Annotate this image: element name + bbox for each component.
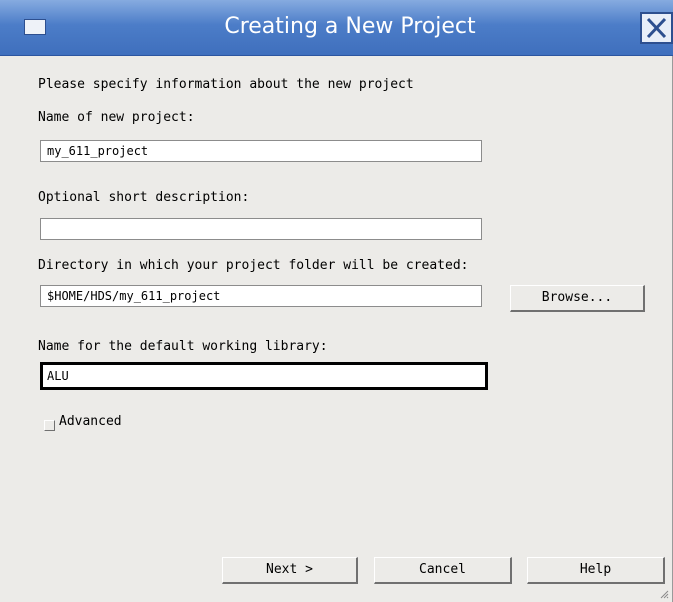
library-label: Name for the default working library: (38, 339, 328, 354)
advanced-label-clip: Advanced (59, 414, 122, 430)
project-name-label: Name of new project: (38, 110, 195, 125)
close-icon[interactable] (640, 12, 673, 44)
intro-text: Please specify information about the new… (38, 77, 414, 92)
description-label: Optional short description: (38, 190, 250, 205)
advanced-checkbox[interactable] (44, 420, 55, 431)
library-input[interactable] (40, 362, 488, 390)
title-bar[interactable]: Creating a New Project (0, 0, 673, 56)
directory-label: Directory in which your project folder w… (38, 258, 469, 273)
advanced-label[interactable]: Advanced (59, 414, 122, 430)
project-name-input[interactable] (40, 140, 482, 162)
help-button[interactable]: Help (527, 557, 665, 584)
new-project-dialog: Creating a New Project Please specify in… (0, 0, 673, 602)
browse-button[interactable]: Browse... (510, 285, 645, 312)
resize-grip-icon[interactable] (659, 589, 669, 599)
description-input[interactable] (40, 218, 482, 240)
window-title: Creating a New Project (224, 14, 476, 39)
window-menu-icon[interactable] (24, 19, 46, 35)
directory-input[interactable] (40, 285, 482, 307)
next-button[interactable]: Next > (222, 557, 358, 584)
cancel-button[interactable]: Cancel (374, 557, 512, 584)
